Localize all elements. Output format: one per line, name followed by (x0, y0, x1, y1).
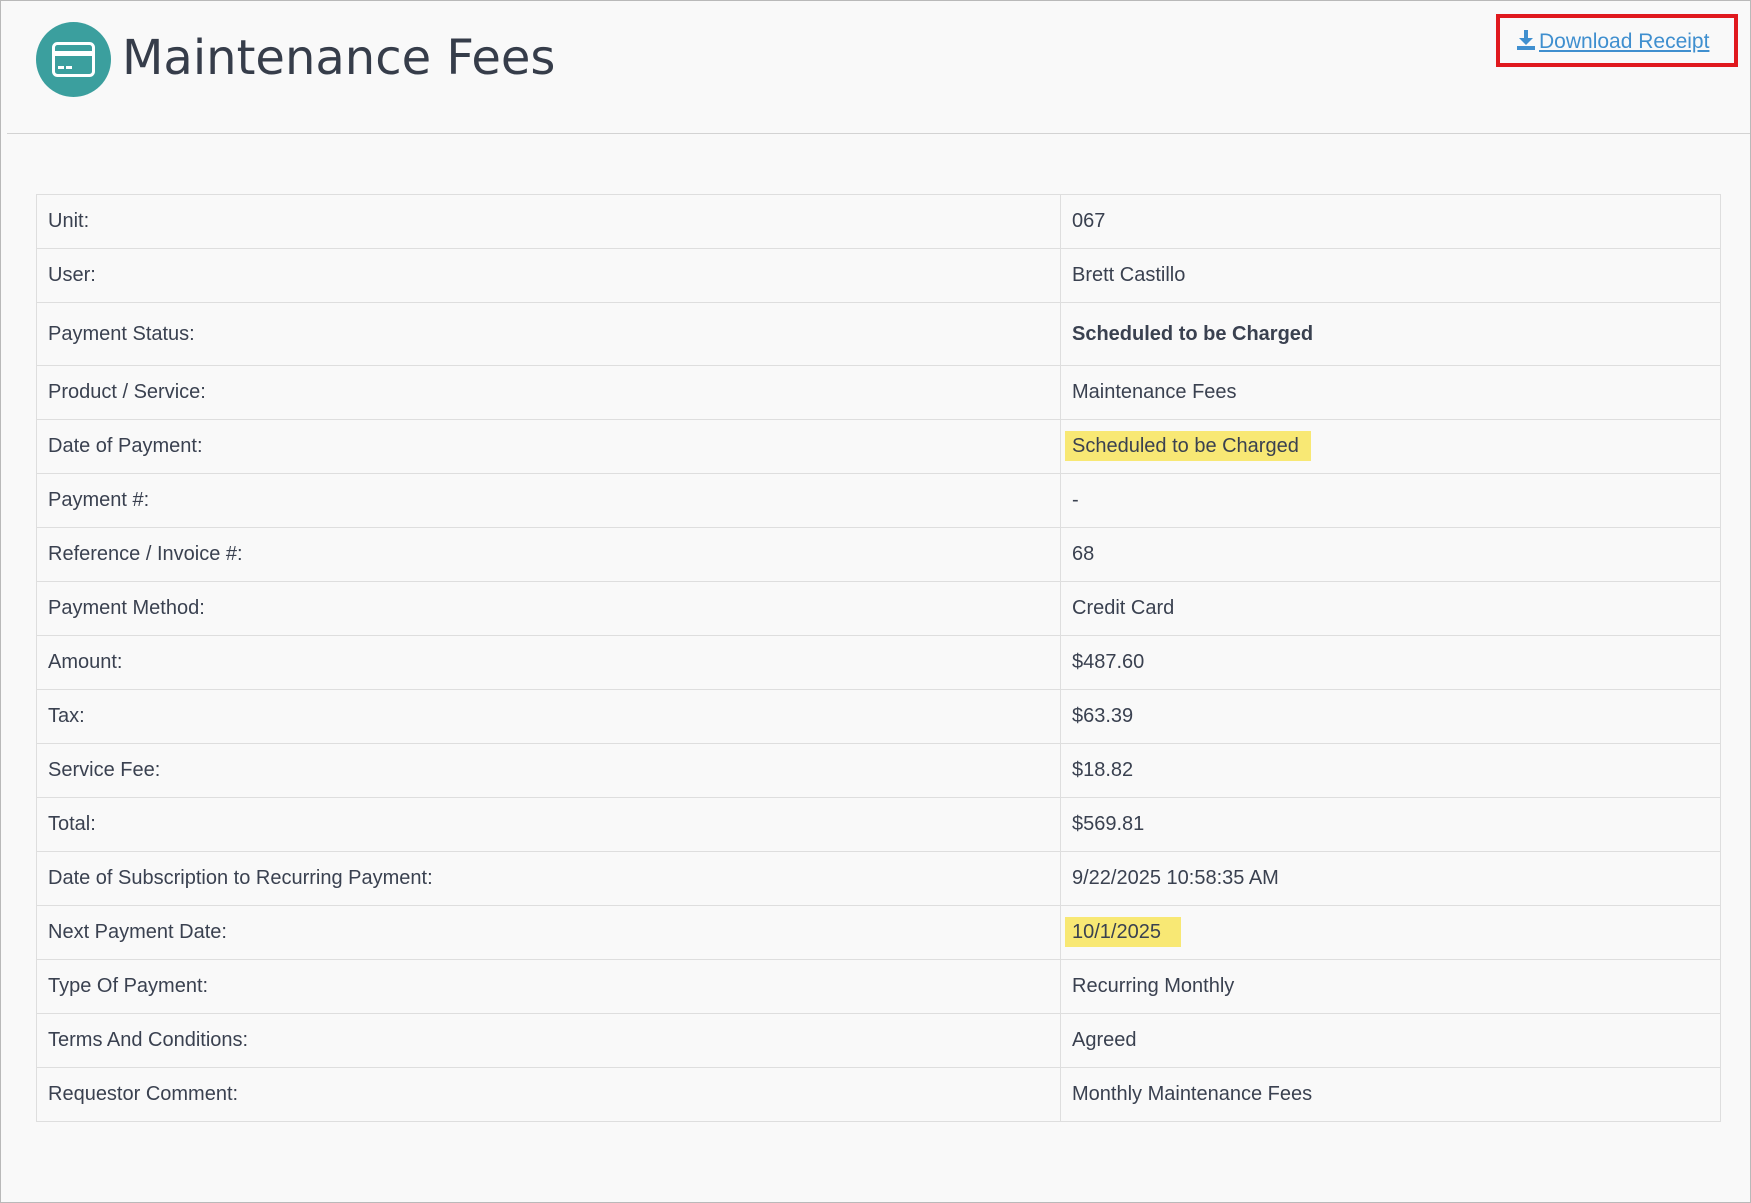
date-of-payment-value: Scheduled to be Charged (1065, 431, 1311, 461)
row-label: Payment Method: (36, 581, 1061, 636)
row-value: $63.39 (1060, 689, 1721, 744)
table-row-payment-status: Payment Status: Scheduled to be Charged (36, 302, 1721, 366)
row-label: Next Payment Date: (36, 905, 1061, 960)
row-value: 68 (1060, 527, 1721, 582)
row-label: Payment #: (36, 473, 1061, 528)
row-label: Product / Service: (36, 365, 1061, 420)
row-value: Monthly Maintenance Fees (1060, 1067, 1721, 1122)
page-title: Maintenance Fees (122, 30, 556, 86)
table-row-terms-and-conditions: Terms And Conditions: Agreed (36, 1013, 1721, 1068)
payment-details-table: Unit: 067 User: Brett Castillo Payment S… (36, 194, 1721, 1122)
table-row-requestor-comment: Requestor Comment: Monthly Maintenance F… (36, 1067, 1721, 1122)
table-row-tax: Tax: $63.39 (36, 689, 1721, 744)
row-label: Date of Subscription to Recurring Paymen… (36, 851, 1061, 906)
next-payment-date-value: 10/1/2025 (1065, 917, 1181, 947)
table-row-subscription-date: Date of Subscription to Recurring Paymen… (36, 851, 1721, 906)
table-row-service-fee: Service Fee: $18.82 (36, 743, 1721, 798)
row-value: $569.81 (1060, 797, 1721, 852)
download-receipt-link[interactable]: Download Receipt (1517, 27, 1709, 57)
row-label: Terms And Conditions: (36, 1013, 1061, 1068)
row-label: Payment Status: (36, 302, 1061, 366)
table-row-total: Total: $569.81 (36, 797, 1721, 852)
row-label: Tax: (36, 689, 1061, 744)
table-row-unit: Unit: 067 (36, 194, 1721, 249)
row-value-cell: 10/1/2025 (1060, 905, 1721, 960)
table-row-type-of-payment: Type Of Payment: Recurring Monthly (36, 959, 1721, 1014)
download-receipt-label: Download Receipt (1539, 30, 1710, 53)
credit-card-icon (36, 22, 111, 97)
download-icon (1517, 30, 1535, 50)
row-value: Agreed (1060, 1013, 1721, 1068)
row-label: Amount: (36, 635, 1061, 690)
row-label: Requestor Comment: (36, 1067, 1061, 1122)
row-label: Reference / Invoice #: (36, 527, 1061, 582)
receipt-panel: Maintenance Fees Download Receipt Unit: … (0, 0, 1751, 1203)
row-value: 9/22/2025 10:58:35 AM (1060, 851, 1721, 906)
header-divider (7, 133, 1750, 134)
table-row-reference-invoice: Reference / Invoice #: 68 (36, 527, 1721, 582)
row-value: Maintenance Fees (1060, 365, 1721, 420)
row-label: Unit: (36, 194, 1061, 249)
table-row-user: User: Brett Castillo (36, 248, 1721, 303)
row-value: Credit Card (1060, 581, 1721, 636)
table-row-payment-number: Payment #: - (36, 473, 1721, 528)
row-value: Recurring Monthly (1060, 959, 1721, 1014)
row-value: Brett Castillo (1060, 248, 1721, 303)
table-row-product-service: Product / Service: Maintenance Fees (36, 365, 1721, 420)
row-value-cell: Scheduled to be Charged (1060, 419, 1721, 474)
row-label: User: (36, 248, 1061, 303)
row-label: Type Of Payment: (36, 959, 1061, 1014)
page-header: Maintenance Fees Download Receipt (1, 1, 1750, 133)
row-value: - (1060, 473, 1721, 528)
table-row-payment-method: Payment Method: Credit Card (36, 581, 1721, 636)
table-row-date-of-payment: Date of Payment: Scheduled to be Charged (36, 419, 1721, 474)
row-label: Service Fee: (36, 743, 1061, 798)
row-value: 067 (1060, 194, 1721, 249)
row-value: $18.82 (1060, 743, 1721, 798)
row-value: $487.60 (1060, 635, 1721, 690)
table-row-amount: Amount: $487.60 (36, 635, 1721, 690)
payment-status-value: Scheduled to be Charged (1060, 302, 1721, 366)
table-row-next-payment-date: Next Payment Date: 10/1/2025 (36, 905, 1721, 960)
row-label: Total: (36, 797, 1061, 852)
row-label: Date of Payment: (36, 419, 1061, 474)
